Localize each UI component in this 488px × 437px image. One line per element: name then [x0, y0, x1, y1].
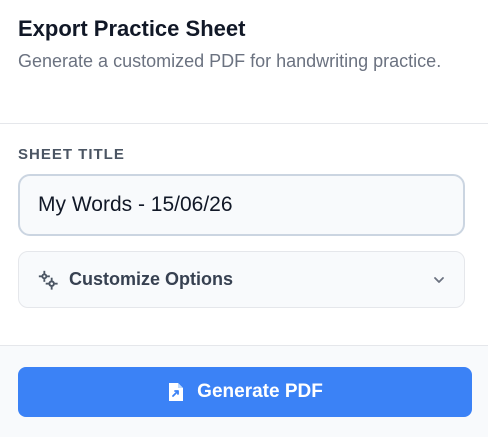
generate-pdf-label: Generate PDF [197, 381, 323, 402]
file-export-icon [169, 383, 184, 401]
generate-pdf-button[interactable]: Generate PDF [18, 367, 472, 417]
customize-options-toggle[interactable]: Customize Options [18, 251, 465, 308]
chevron-down-icon [434, 276, 444, 283]
customize-options-label: Customize Options [69, 269, 234, 289]
dialog-title: Export Practice Sheet [18, 16, 246, 41]
sheet-title-input[interactable]: My Words - 15/06/26 [18, 174, 465, 236]
sheet-title-value: My Words - 15/06/26 [38, 193, 233, 216]
sheet-title-label: SHEET TITLE [18, 146, 125, 163]
dialog-subtitle: Generate a customized PDF for handwritin… [18, 51, 442, 71]
dialog-body: SHEET TITLE My Words - 15/06/26 Customiz… [0, 124, 488, 345]
dialog-header: Export Practice Sheet Generate a customi… [0, 0, 488, 124]
gears-icon [38, 270, 58, 290]
dialog-footer: Generate PDF [0, 345, 488, 437]
